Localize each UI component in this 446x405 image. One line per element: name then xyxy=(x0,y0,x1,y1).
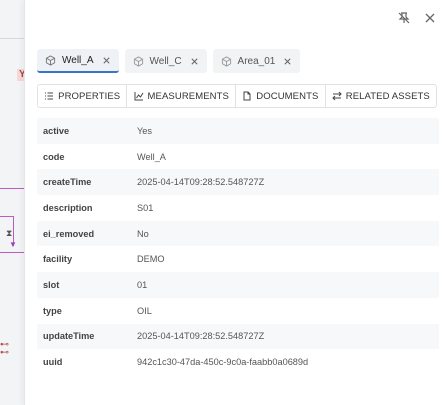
property-value: 2025-04-14T09:28:52.548727Z xyxy=(137,331,265,342)
property-value: Well_A xyxy=(137,151,166,162)
properties-table: active Yes code Well_A createTime 2025-0… xyxy=(37,118,439,375)
property-key: code xyxy=(43,151,65,162)
property-key: uuid xyxy=(43,357,63,368)
property-key: facility xyxy=(43,254,73,265)
property-row: ei_removed No xyxy=(37,220,439,247)
panel-actions xyxy=(396,10,438,26)
close-panel-button[interactable] xyxy=(422,10,438,26)
close-tab-icon[interactable] xyxy=(190,57,199,66)
property-value: 942c1c30-47da-450c-9c0a-faabb0a0689d xyxy=(137,357,309,368)
list-icon xyxy=(45,92,54,100)
diagram-pipe xyxy=(0,216,14,217)
property-value: 2025-04-14T09:28:52.548727Z xyxy=(137,177,265,188)
close-tab-icon[interactable] xyxy=(283,57,292,66)
property-value: No xyxy=(137,228,149,239)
cube-icon xyxy=(45,54,56,66)
property-key: type xyxy=(43,305,62,316)
property-key: createTime xyxy=(43,177,92,188)
property-value: DEMO xyxy=(137,254,165,265)
property-row: slot 01 xyxy=(37,272,439,298)
property-row: type OIL xyxy=(37,298,439,324)
tab-area-01[interactable]: Area_01 xyxy=(212,49,301,73)
property-value: S01 xyxy=(137,202,154,213)
subtab-properties[interactable]: PROPERTIES xyxy=(38,85,128,107)
swap-icon xyxy=(332,91,342,101)
property-value: OIL xyxy=(137,305,152,316)
diagram-line xyxy=(0,38,24,39)
property-value: Yes xyxy=(137,125,152,136)
close-icon xyxy=(425,13,435,23)
cube-icon xyxy=(221,55,231,67)
tab-label: Well_C xyxy=(149,55,182,67)
tab-label: Well_A xyxy=(62,54,94,66)
cube-icon xyxy=(133,55,143,67)
diagram-pipe xyxy=(0,188,24,189)
property-key: ei_removed xyxy=(43,228,95,239)
property-row: uuid 942c1c30-47da-450c-9c0a-faabb0a0689… xyxy=(37,349,439,375)
diagram-label: Y xyxy=(17,69,24,81)
subtab-label: MEASUREMENTS xyxy=(147,90,229,102)
diagram-background: Y ⧗ ▼ ⊷ ⊷ xyxy=(0,0,24,405)
tab-well-c[interactable]: Well_C xyxy=(124,49,207,73)
chart-icon xyxy=(134,92,143,101)
flow-arrow-icon: ▼ xyxy=(9,240,17,249)
diagram-pipe xyxy=(0,252,24,253)
tab-label: Area_01 xyxy=(237,55,276,67)
subtab-label: DOCUMENTS xyxy=(256,90,319,102)
property-row: description S01 xyxy=(37,195,439,221)
close-tab-icon[interactable] xyxy=(102,56,111,65)
subtab-label: RELATED ASSETS xyxy=(345,90,430,102)
unpin-button[interactable] xyxy=(396,10,412,26)
property-value: 01 xyxy=(137,279,148,290)
detail-subtabs: PROPERTIES MEASUREMENTS DOCUMENTS RELATE… xyxy=(37,84,437,108)
property-row: createTime 2025-04-14T09:28:52.548727Z xyxy=(37,169,439,196)
property-key: description xyxy=(43,202,93,213)
asset-details-panel: Well_A Well_C Area_01 PROPERTIES MEASURE… xyxy=(24,0,446,405)
asset-tabs: Well_A Well_C Area_01 xyxy=(37,49,301,73)
subtab-related-assets[interactable]: RELATED ASSETS xyxy=(326,85,436,107)
property-key: updateTime xyxy=(43,331,95,342)
document-icon xyxy=(243,91,251,101)
subtab-label: PROPERTIES xyxy=(58,90,121,102)
property-row: code Well_A xyxy=(37,144,439,170)
pin-off-icon xyxy=(398,12,410,24)
tab-well-a[interactable]: Well_A xyxy=(37,49,119,73)
valve-symbol-icon: ⧗ xyxy=(6,228,13,238)
property-key: active xyxy=(43,125,70,136)
property-row: updateTime 2025-04-14T09:28:52.548727Z xyxy=(37,323,439,350)
property-row: active Yes xyxy=(37,118,439,144)
property-row: facility DEMO xyxy=(37,246,439,272)
subtab-documents[interactable]: DOCUMENTS xyxy=(236,85,326,107)
diagram-symbol-icon: ⊷ ⊷ xyxy=(0,339,9,357)
property-key: slot xyxy=(43,279,60,290)
subtab-measurements[interactable]: MEASUREMENTS xyxy=(127,85,237,107)
